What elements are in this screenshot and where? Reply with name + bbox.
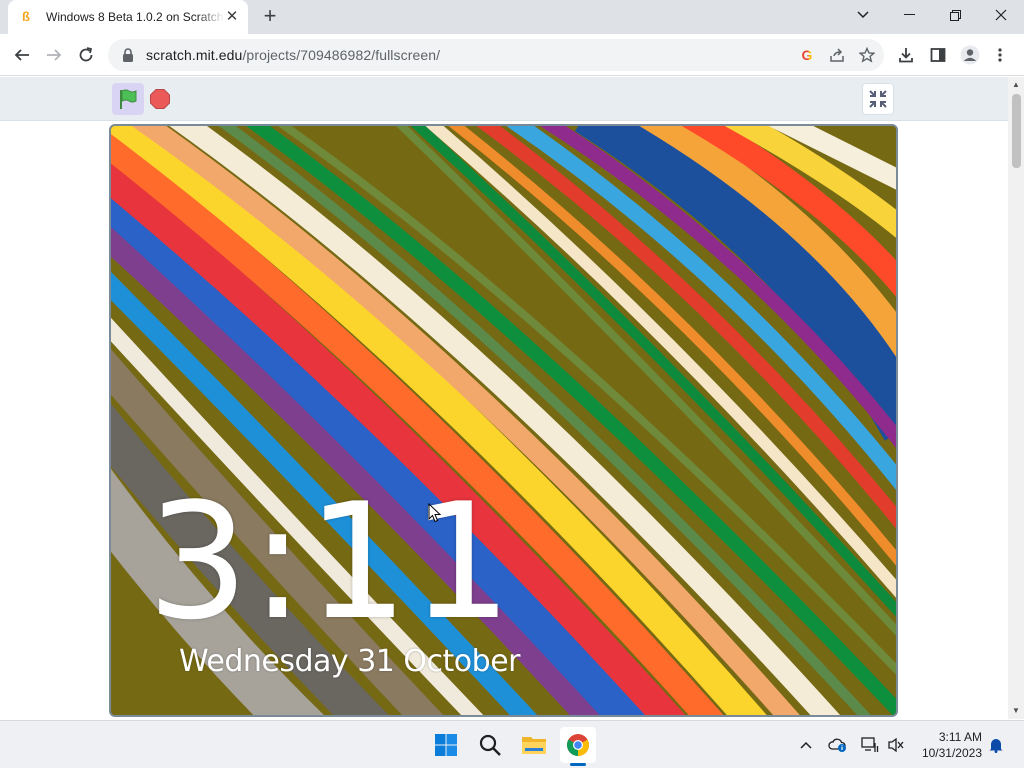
profile-button[interactable] [956,41,984,69]
green-flag-button[interactable] [112,83,144,115]
search-icon [479,734,501,756]
page-content: 3:11 Wednesday 31 October [0,77,1008,719]
chrome-icon [567,734,589,756]
tab-title: Windows 8 Beta 1.0.2 on Scratch [46,10,224,24]
arrow-left-icon [14,49,29,61]
downloads-button[interactable] [892,41,920,69]
start-button[interactable] [428,727,464,763]
active-app-indicator [570,763,586,766]
close-icon [995,9,1007,21]
speaker-muted-icon [888,737,904,753]
volume-button[interactable] [886,735,906,755]
project-stage[interactable]: 3:11 Wednesday 31 October [109,124,898,717]
tab-search-button[interactable] [840,0,886,30]
restore-button[interactable] [932,0,978,30]
google-icon[interactable]: G [794,42,820,68]
lockscreen-date: Wednesday 31 October [179,644,521,679]
windows-logo-icon [435,734,457,756]
exit-fullscreen-button[interactable] [862,83,894,115]
system-time: 3:11 AM [938,730,982,744]
share-button[interactable] [824,42,850,68]
restore-icon [949,9,961,21]
minimize-button[interactable] [886,0,932,30]
scroll-down-arrow-icon[interactable]: ▼ [1008,703,1024,719]
show-hidden-icons-button[interactable] [796,735,816,755]
page-scrollbar[interactable]: ▲ ▼ [1008,77,1024,719]
system-date: 10/31/2023 [921,746,982,760]
bell-icon [989,739,1003,753]
menu-button[interactable] [988,41,1012,69]
new-tab-button[interactable]: + [258,5,282,29]
scratch-cat-icon: ß [22,9,30,24]
search-button[interactable] [472,727,508,763]
side-panel-icon [930,48,946,62]
minimize-icon [903,14,915,15]
file-explorer-button[interactable] [516,727,552,763]
url-domain: scratch.mit.edu [146,47,243,63]
address-bar[interactable]: scratch.mit.edu/projects/709486982/fulls… [108,39,884,71]
lock-icon [123,48,133,62]
share-icon [830,48,844,62]
star-icon [859,47,875,63]
stop-sign-icon [150,89,170,109]
lockscreen-time: 3:11 [147,468,515,655]
windows-taskbar: 3:11 AM 10/31/2023 [0,720,1024,768]
green-flag-icon [120,89,137,109]
scroll-thumb[interactable] [1012,94,1021,168]
reload-icon [79,47,93,62]
stop-button[interactable] [150,89,170,109]
url-path: /projects/709486982/fullscreen/ [242,47,441,63]
forward-button[interactable] [40,41,68,69]
download-icon [899,48,913,63]
system-clock[interactable]: 3:11 AM 10/31/2023 [916,729,982,761]
notifications-button[interactable] [986,735,1006,755]
chevron-up-icon [800,741,812,749]
exit-fullscreen-icon [869,90,887,108]
back-button[interactable] [8,41,36,69]
close-icon[interactable]: ✕ [224,9,240,25]
cloud-info-icon [828,738,846,752]
network-button[interactable] [860,735,880,755]
side-panel-button[interactable] [924,41,952,69]
monitor-network-icon [861,737,879,752]
mouse-cursor-icon [428,503,442,523]
reload-button[interactable] [72,41,100,69]
tab-strip: ß Windows 8 Beta 1.0.2 on Scratch ✕ + [0,0,1024,34]
chevron-down-icon [857,11,869,19]
url-text: scratch.mit.edu/projects/709486982/fulls… [146,47,440,63]
folder-icon [522,737,546,754]
chrome-button[interactable] [560,727,596,763]
scratch-controls-bar [0,77,1008,121]
close-window-button[interactable] [978,0,1024,30]
onedrive-button[interactable] [828,735,848,755]
omnibox-actions: G [794,42,880,68]
avatar-icon [960,45,980,65]
arrow-right-icon [47,49,62,61]
scroll-up-arrow-icon[interactable]: ▲ [1008,77,1024,93]
bookmark-button[interactable] [854,42,880,68]
browser-toolbar: scratch.mit.edu/projects/709486982/fulls… [0,34,1024,76]
kebab-menu-icon [998,48,1002,62]
browser-tab[interactable]: ß Windows 8 Beta 1.0.2 on Scratch ✕ [8,0,248,34]
